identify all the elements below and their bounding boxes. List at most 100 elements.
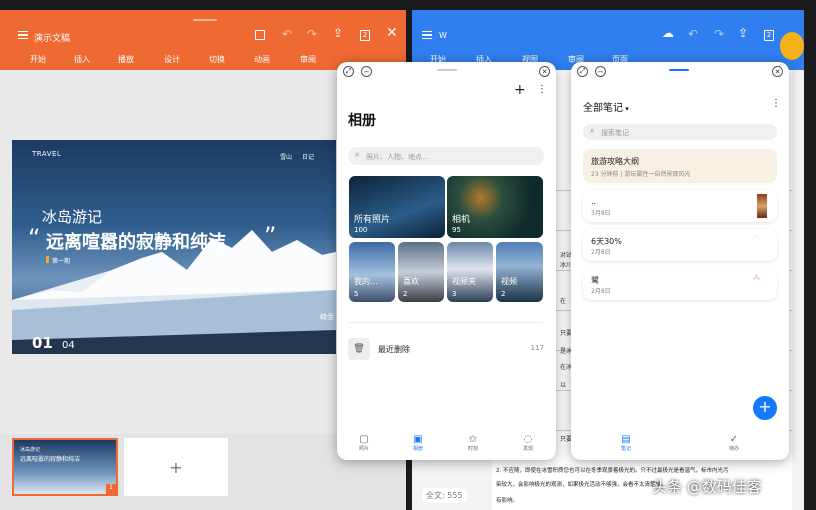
undo-icon[interactable]: ↶ [688, 27, 698, 41]
note-thumbnail: ⁂ [753, 274, 760, 282]
album-mine[interactable]: 我的... 5 [349, 242, 395, 302]
minimize-icon[interactable]: − [595, 66, 606, 77]
note-title: 鹭 [591, 276, 599, 285]
note-title: 旅游攻略大纲 [591, 157, 639, 166]
nav-notes[interactable]: ▤ 笔记 [611, 434, 641, 452]
check-icon: ✓ [729, 434, 739, 445]
nav-label: 笔记 [620, 446, 631, 452]
recently-deleted-row[interactable]: 🗑 最近删除 117 [348, 338, 544, 360]
tab-animation[interactable]: 动画 [254, 54, 270, 65]
nav-photos[interactable]: ▢ 照片 [349, 434, 379, 452]
tab-review[interactable]: 审阅 [300, 54, 316, 65]
redo-icon[interactable]: ↷ [307, 27, 317, 41]
note-meta: 2月8日 [591, 288, 611, 295]
fullscreen-icon[interactable]: ⤢ [343, 66, 354, 77]
save-icon[interactable] [255, 30, 265, 40]
window-drag-handle[interactable] [669, 69, 689, 71]
new-note-button[interactable]: + [753, 396, 777, 420]
nav-albums[interactable]: ▣ 相册 [403, 434, 433, 452]
notes-search-input[interactable]: ⌕ 搜索笔记 [583, 124, 777, 140]
photo-icon: ▢ [359, 434, 369, 445]
tab-home[interactable]: 开始 [30, 54, 46, 65]
presentation-toolbar: 演示文稿 ↶ ↷ ⇪ 2 ✕ 开始 插入 播放 设计 切换 动画 审阅 [0, 10, 406, 70]
document-toolbar: W 开始 插入 视图 审阅 页面 ☁ ↶ ↷ ⇪ 2 [412, 10, 804, 70]
fullscreen-icon[interactable]: ⤢ [577, 66, 588, 77]
slide-number-small: 04 [62, 340, 75, 351]
tab-insert[interactable]: 插入 [74, 54, 90, 65]
slide-number-big: 01 [32, 334, 53, 352]
slide-quote-open: “ [28, 224, 41, 252]
note-card[interactable]: .. 3月8日 [583, 190, 777, 222]
recently-deleted-count: 117 [530, 344, 544, 352]
album-camera[interactable]: 相机 95 [447, 176, 543, 238]
album-name: 视频夹 [452, 277, 476, 286]
nav-label: 照片 [358, 446, 369, 452]
note-meta: 23 分钟前 | 游玩属性一自然景观风光 [591, 171, 691, 178]
nav-label: 时刻 [467, 446, 478, 452]
notes-title-label: 全部笔记 [583, 103, 623, 114]
nav-moments[interactable]: ✩ 时刻 [458, 434, 488, 452]
window-drag-handle[interactable] [437, 69, 457, 71]
slide-episode: 第一期 [52, 258, 71, 265]
share-icon[interactable]: ⇪ [738, 26, 748, 40]
page-count-icon[interactable]: 2 [360, 30, 370, 41]
album-name: 视频 [501, 277, 517, 286]
album-name: 我的... [354, 277, 378, 286]
album-all-photos[interactable]: 所有照片 100 [349, 176, 445, 238]
menu-icon[interactable] [18, 31, 28, 39]
menu-icon[interactable] [422, 31, 432, 39]
avatar[interactable] [780, 32, 804, 60]
search-placeholder: 照片、人物、地点... [366, 153, 429, 161]
gallery-title: 相册 [348, 113, 376, 129]
album-videos[interactable]: 视频 2 [496, 242, 543, 302]
slide-nav-1: 雪山 [280, 154, 293, 161]
close-icon[interactable]: ✕ [772, 66, 783, 77]
nav-label: 相册 [412, 446, 423, 452]
doc-line-3: 有影响。 [496, 498, 519, 504]
page-count-icon[interactable]: 2 [764, 30, 774, 41]
notes-title[interactable]: 全部笔记 ▾ [583, 99, 629, 114]
search-icon: ⌕ [590, 126, 595, 135]
album-name: 喜欢 [403, 277, 419, 286]
close-icon[interactable]: ✕ [539, 66, 550, 77]
note-meta: 2月8日 [591, 249, 611, 256]
slide-quote: 远离喧嚣的寂静和纯洁 [46, 232, 226, 253]
gallery-search-input[interactable]: ⌕ 照片、人物、地点... [348, 147, 544, 165]
recently-deleted-label: 最近删除 [378, 345, 410, 354]
tab-design[interactable]: 设计 [164, 54, 180, 65]
album-name: 相机 [452, 215, 471, 225]
album-favorites[interactable]: 喜欢 2 [398, 242, 444, 302]
share-icon[interactable]: ⇪ [333, 26, 343, 40]
undo-icon[interactable]: ↶ [282, 27, 292, 41]
note-card[interactable]: 6天30% 2月8日 ⋰⋱ [583, 229, 777, 261]
note-card[interactable]: 鹭 2月8日 ⁂ [583, 268, 777, 300]
cloud-upload-icon[interactable]: ☁ [662, 26, 674, 40]
add-slide-button[interactable]: + [124, 438, 228, 496]
thumb-number: 1 [106, 484, 116, 494]
thumb-quote: 远离喧嚣的寂静和纯洁 [20, 456, 81, 463]
thumb-title: 冰岛游记 [20, 447, 41, 453]
album-video-folder[interactable]: 视频夹 3 [447, 242, 493, 302]
more-icon[interactable]: ⋮ [537, 84, 547, 95]
nav-label: 发现 [522, 446, 533, 452]
document-title: 演示文稿 [34, 34, 71, 44]
redo-icon[interactable]: ↷ [714, 27, 724, 41]
album-icon: ▣ [413, 434, 423, 445]
add-icon[interactable]: + [514, 82, 526, 98]
slide-canvas[interactable]: TRAVEL 雪山 日记 冰岛游记 “ 远离喧嚣的寂静和纯洁 ” 第一期 01 … [12, 140, 336, 354]
search-icon: ⌕ [355, 150, 360, 159]
slide-thumbnail-1[interactable]: 冰岛游记 远离喧嚣的寂静和纯洁 1 [12, 438, 118, 496]
window-drag-handle[interactable] [193, 19, 217, 21]
note-title: .. [591, 197, 597, 206]
album-count: 2 [501, 290, 506, 298]
minimize-icon[interactable]: − [361, 66, 372, 77]
more-icon[interactable]: ⋮ [771, 98, 781, 109]
nav-todos[interactable]: ✓ 待办 [719, 434, 749, 452]
album-count: 5 [354, 290, 359, 298]
tab-transition[interactable]: 切换 [209, 54, 225, 65]
nav-discover[interactable]: ◌ 发现 [513, 434, 543, 452]
note-card[interactable]: 旅游攻略大纲 23 分钟前 | 游玩属性一自然景观风光 [583, 149, 777, 183]
discover-icon: ◌ [523, 434, 533, 445]
tab-play[interactable]: 播放 [118, 54, 134, 65]
close-icon[interactable]: ✕ [386, 25, 398, 41]
